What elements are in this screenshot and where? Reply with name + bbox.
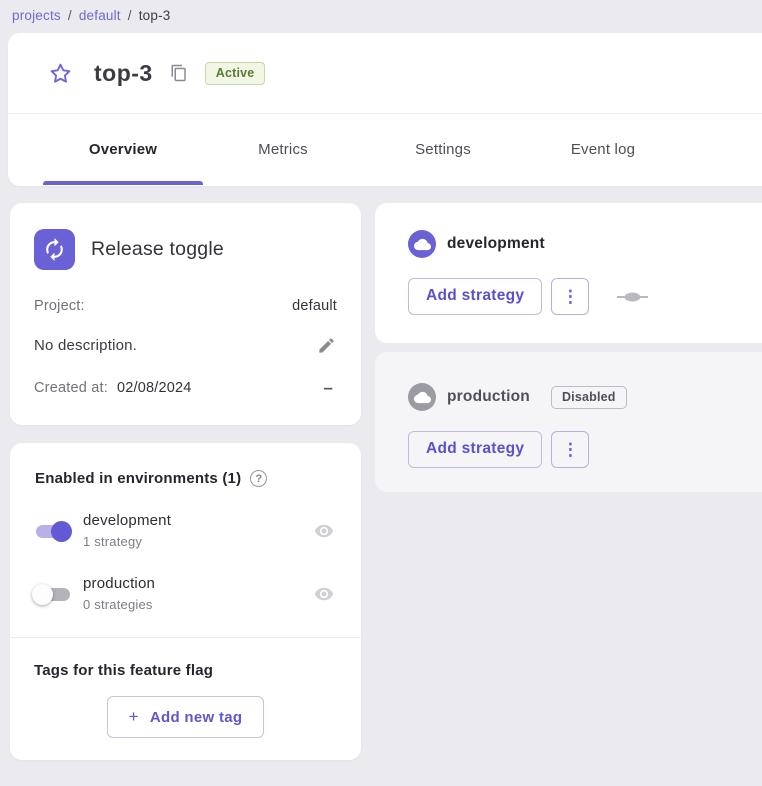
environment-card-name: development	[447, 235, 545, 253]
edit-description-button[interactable]	[315, 334, 337, 356]
created-label: Created at:	[34, 380, 108, 396]
breadcrumb-link-projects[interactable]: projects	[12, 8, 61, 23]
description-row: No description.	[34, 334, 337, 356]
overview-right-column: development Add strategy ⋮ production Di…	[375, 203, 762, 492]
environment-menu-button[interactable]: ⋮	[551, 278, 589, 315]
disabled-badge: Disabled	[551, 386, 627, 409]
tab-label: Metrics	[258, 141, 308, 158]
environment-strategy-count: 1 strategy	[83, 533, 171, 550]
tab-label: Event log	[571, 141, 635, 158]
side-panel-card: Enabled in environments (1) ? developmen…	[10, 443, 361, 760]
pencil-icon	[317, 336, 336, 355]
tab-label: Overview	[89, 141, 157, 158]
kebab-icon: ⋮	[562, 288, 579, 305]
feature-type-card: Release toggle Project: default No descr…	[10, 203, 361, 425]
eye-icon	[314, 584, 334, 604]
collapse-button[interactable]: –	[319, 381, 337, 395]
toggle-thumb	[51, 521, 72, 542]
title-row: top-3 Active	[8, 33, 762, 114]
environment-card-name: production	[447, 388, 530, 406]
project-value: default	[292, 298, 337, 314]
environment-name: production	[83, 575, 155, 593]
feature-type-header: Release toggle	[34, 229, 337, 270]
breadcrumb-separator: /	[121, 8, 139, 23]
environment-cloud-badge	[408, 230, 436, 258]
environments-heading: Enabled in environments (1)	[35, 470, 241, 487]
strategy-connector-icon	[617, 292, 648, 302]
copy-icon	[170, 64, 188, 82]
created-value: 02/08/2024	[117, 380, 192, 396]
tab-settings[interactable]: Settings	[363, 114, 523, 185]
cloud-icon	[414, 236, 431, 253]
page-title: top-3	[94, 60, 153, 87]
tab-event-log[interactable]: Event log	[523, 114, 683, 185]
plus-icon: +	[129, 707, 139, 727]
overview-left-column: Release toggle Project: default No descr…	[10, 203, 361, 760]
created-row: Created at: 02/08/2024 –	[34, 380, 337, 396]
environment-menu-button[interactable]: ⋮	[551, 431, 589, 468]
environment-strategy-count: 0 strategies	[83, 596, 155, 613]
favorite-button[interactable]	[48, 61, 72, 85]
breadcrumb: projects / default / top-3	[0, 0, 762, 30]
tab-bar: Overview Metrics Settings Event log	[8, 114, 762, 185]
toggle-thumb	[32, 584, 53, 605]
tab-label: Settings	[415, 141, 471, 158]
release-toggle-icon	[34, 229, 75, 270]
add-strategy-button[interactable]: Add strategy	[408, 278, 542, 315]
add-new-tag-button[interactable]: + Add new tag	[107, 696, 265, 738]
tags-section: Tags for this feature flag + Add new tag	[10, 638, 361, 760]
feature-type-label: Release toggle	[91, 238, 224, 261]
project-label: Project:	[34, 298, 85, 314]
eye-icon	[314, 521, 334, 541]
development-toggle[interactable]	[30, 518, 76, 545]
tags-heading: Tags for this feature flag	[34, 662, 337, 679]
kebab-icon: ⋮	[562, 441, 579, 458]
copy-name-button[interactable]	[170, 63, 190, 83]
production-toggle[interactable]	[30, 581, 76, 608]
environment-card-development: development Add strategy ⋮	[375, 203, 762, 343]
environment-card-production: production Disabled Add strategy ⋮	[375, 352, 762, 492]
preview-environment-button[interactable]	[313, 583, 335, 605]
preview-environment-button[interactable]	[313, 520, 335, 542]
breadcrumb-separator: /	[61, 8, 79, 23]
star-icon	[49, 62, 72, 85]
feature-header-card: top-3 Active Overview Metrics Settings E…	[8, 33, 762, 186]
environment-name: development	[83, 512, 171, 530]
help-icon[interactable]: ?	[250, 470, 267, 487]
status-badge: Active	[205, 62, 266, 85]
tab-overview[interactable]: Overview	[43, 114, 203, 185]
environments-section: Enabled in environments (1) ? developmen…	[10, 443, 361, 637]
environment-row-production: production 0 strategies	[30, 575, 339, 613]
breadcrumb-current: top-3	[139, 8, 171, 23]
environment-row-development: development 1 strategy	[30, 512, 339, 550]
tab-metrics[interactable]: Metrics	[203, 114, 363, 185]
cloud-icon	[414, 389, 431, 406]
description-text: No description.	[34, 337, 137, 354]
project-row: Project: default	[34, 298, 337, 314]
active-tab-underline	[43, 181, 203, 185]
created-group: Created at: 02/08/2024	[34, 380, 192, 396]
add-strategy-button[interactable]: Add strategy	[408, 431, 542, 468]
add-tag-label: Add new tag	[150, 709, 242, 726]
breadcrumb-link-default[interactable]: default	[79, 8, 121, 23]
environment-cloud-badge	[408, 383, 436, 411]
